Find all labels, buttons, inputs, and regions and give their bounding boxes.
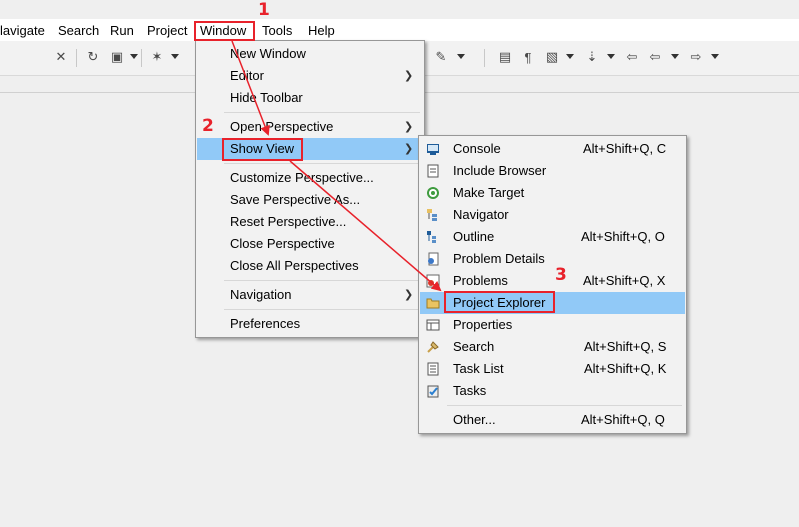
menu-item-preferences[interactable]: Preferences bbox=[196, 313, 424, 335]
view-item-tasks[interactable]: Tasks bbox=[419, 380, 686, 402]
forward-icon[interactable]: ⇨ bbox=[687, 48, 705, 66]
last-edit-icon[interactable]: ⇦ bbox=[623, 48, 641, 66]
menu-item-hide-toolbar[interactable]: Hide Toolbar bbox=[196, 87, 424, 109]
menu-help[interactable]: Help bbox=[308, 22, 335, 40]
menu-project[interactable]: Project bbox=[147, 22, 187, 40]
dropdown-arrow[interactable] bbox=[171, 54, 179, 59]
navigator-icon bbox=[427, 209, 437, 221]
menu-item-reset-perspective[interactable]: Reset Perspective... bbox=[196, 211, 424, 233]
block-selection-icon[interactable]: ▧ bbox=[543, 48, 561, 66]
new-project-icon[interactable]: ✶ bbox=[148, 48, 166, 66]
menu-separator bbox=[224, 280, 420, 281]
dropdown-arrow[interactable] bbox=[671, 54, 679, 59]
view-item-problem-details[interactable]: Problem Details bbox=[419, 248, 686, 270]
properties-icon bbox=[426, 319, 440, 331]
annotation-box-window bbox=[194, 21, 255, 41]
menu-item-customize-perspective[interactable]: Customize Perspective... bbox=[196, 167, 424, 189]
console-icon bbox=[427, 144, 439, 155]
search-icon bbox=[427, 341, 439, 353]
view-item-navigator[interactable]: Navigator bbox=[419, 204, 686, 226]
make-target-icon bbox=[427, 187, 439, 199]
menu-separator bbox=[447, 405, 682, 406]
annotation-box-project-explorer bbox=[444, 291, 555, 313]
dropdown-arrow[interactable] bbox=[457, 54, 465, 59]
show-view-submenu: Console Alt+Shift+Q, C Include Browser M… bbox=[418, 135, 687, 434]
menu-tools[interactable]: Tools bbox=[262, 22, 292, 40]
outline-icon bbox=[427, 231, 436, 243]
dropdown-arrow[interactable] bbox=[607, 54, 615, 59]
menu-search[interactable]: Search bbox=[58, 22, 99, 40]
view-item-console[interactable]: Console Alt+Shift+Q, C bbox=[419, 138, 686, 160]
include-browser-icon bbox=[427, 164, 439, 178]
view-item-outline[interactable]: Outline Alt+Shift+Q, O bbox=[419, 226, 686, 248]
view-item-other[interactable]: Other... Alt+Shift+Q, Q bbox=[419, 409, 686, 431]
menu-item-editor[interactable]: Editor ❯ bbox=[196, 65, 424, 87]
menu-navigate[interactable]: lavigate bbox=[0, 22, 45, 40]
toolbar-separator bbox=[76, 49, 77, 67]
submenu-arrow-icon: ❯ bbox=[404, 70, 414, 82]
view-item-make-target[interactable]: Make Target bbox=[419, 182, 686, 204]
task-list-icon bbox=[427, 362, 439, 376]
run-icon[interactable]: ↻ bbox=[84, 48, 102, 66]
show-whitespace-icon[interactable]: ¶ bbox=[519, 48, 537, 66]
menu-separator bbox=[224, 309, 420, 310]
view-item-properties[interactable]: Properties bbox=[419, 314, 686, 336]
menu-item-save-perspective-as[interactable]: Save Perspective As... bbox=[196, 189, 424, 211]
problem-details-icon bbox=[428, 252, 439, 266]
toggle-breadcrumb-icon[interactable]: ▤ bbox=[496, 48, 514, 66]
next-annotation-icon[interactable]: ⇣ bbox=[583, 48, 601, 66]
menu-separator bbox=[224, 163, 420, 164]
new-class-icon[interactable]: ▣ bbox=[108, 48, 126, 66]
project-explorer-icon bbox=[426, 298, 440, 309]
view-item-problems[interactable]: Problems Alt+Shift+Q, X bbox=[419, 270, 686, 292]
menu-item-close-perspective[interactable]: Close Perspective bbox=[196, 233, 424, 255]
view-item-task-list[interactable]: Task List Alt+Shift+Q, K bbox=[419, 358, 686, 380]
submenu-arrow-icon: ❯ bbox=[404, 121, 414, 133]
annotation-box-show-view bbox=[222, 138, 303, 161]
pin-icon[interactable]: ✕ bbox=[52, 48, 70, 66]
menu-item-navigation[interactable]: Navigation ❯ bbox=[196, 284, 424, 306]
problems-icon bbox=[426, 274, 440, 288]
dropdown-arrow[interactable] bbox=[130, 54, 138, 59]
tasks-icon bbox=[427, 385, 439, 398]
toolbar-separator bbox=[484, 49, 485, 67]
dropdown-arrow[interactable] bbox=[566, 54, 574, 59]
menu-item-open-perspective[interactable]: Open Perspective ❯ bbox=[196, 116, 424, 138]
view-item-search[interactable]: Search Alt+Shift+Q, S bbox=[419, 336, 686, 358]
submenu-arrow-icon: ❯ bbox=[404, 143, 414, 155]
menu-run[interactable]: Run bbox=[110, 22, 134, 40]
dropdown-arrow[interactable] bbox=[711, 54, 719, 59]
menu-item-close-all-perspectives[interactable]: Close All Perspectives bbox=[196, 255, 424, 277]
window-menu: New Window Editor ❯ Hide Toolbar Open Per… bbox=[195, 40, 425, 338]
search-tool-icon[interactable]: ✎ bbox=[432, 48, 450, 66]
menu-item-new-window[interactable]: New Window bbox=[196, 43, 424, 65]
menu-separator bbox=[224, 112, 420, 113]
toolbar-separator bbox=[141, 49, 142, 67]
annotation-step-3: 3 bbox=[555, 265, 567, 285]
submenu-arrow-icon: ❯ bbox=[404, 289, 414, 301]
back-icon[interactable]: ⇦ bbox=[646, 48, 664, 66]
annotation-step-1: 1 bbox=[258, 0, 270, 20]
menubar: lavigate Search Run Project Window Tools… bbox=[0, 19, 799, 41]
annotation-step-2: 2 bbox=[202, 116, 214, 136]
view-item-include-browser[interactable]: Include Browser bbox=[419, 160, 686, 182]
